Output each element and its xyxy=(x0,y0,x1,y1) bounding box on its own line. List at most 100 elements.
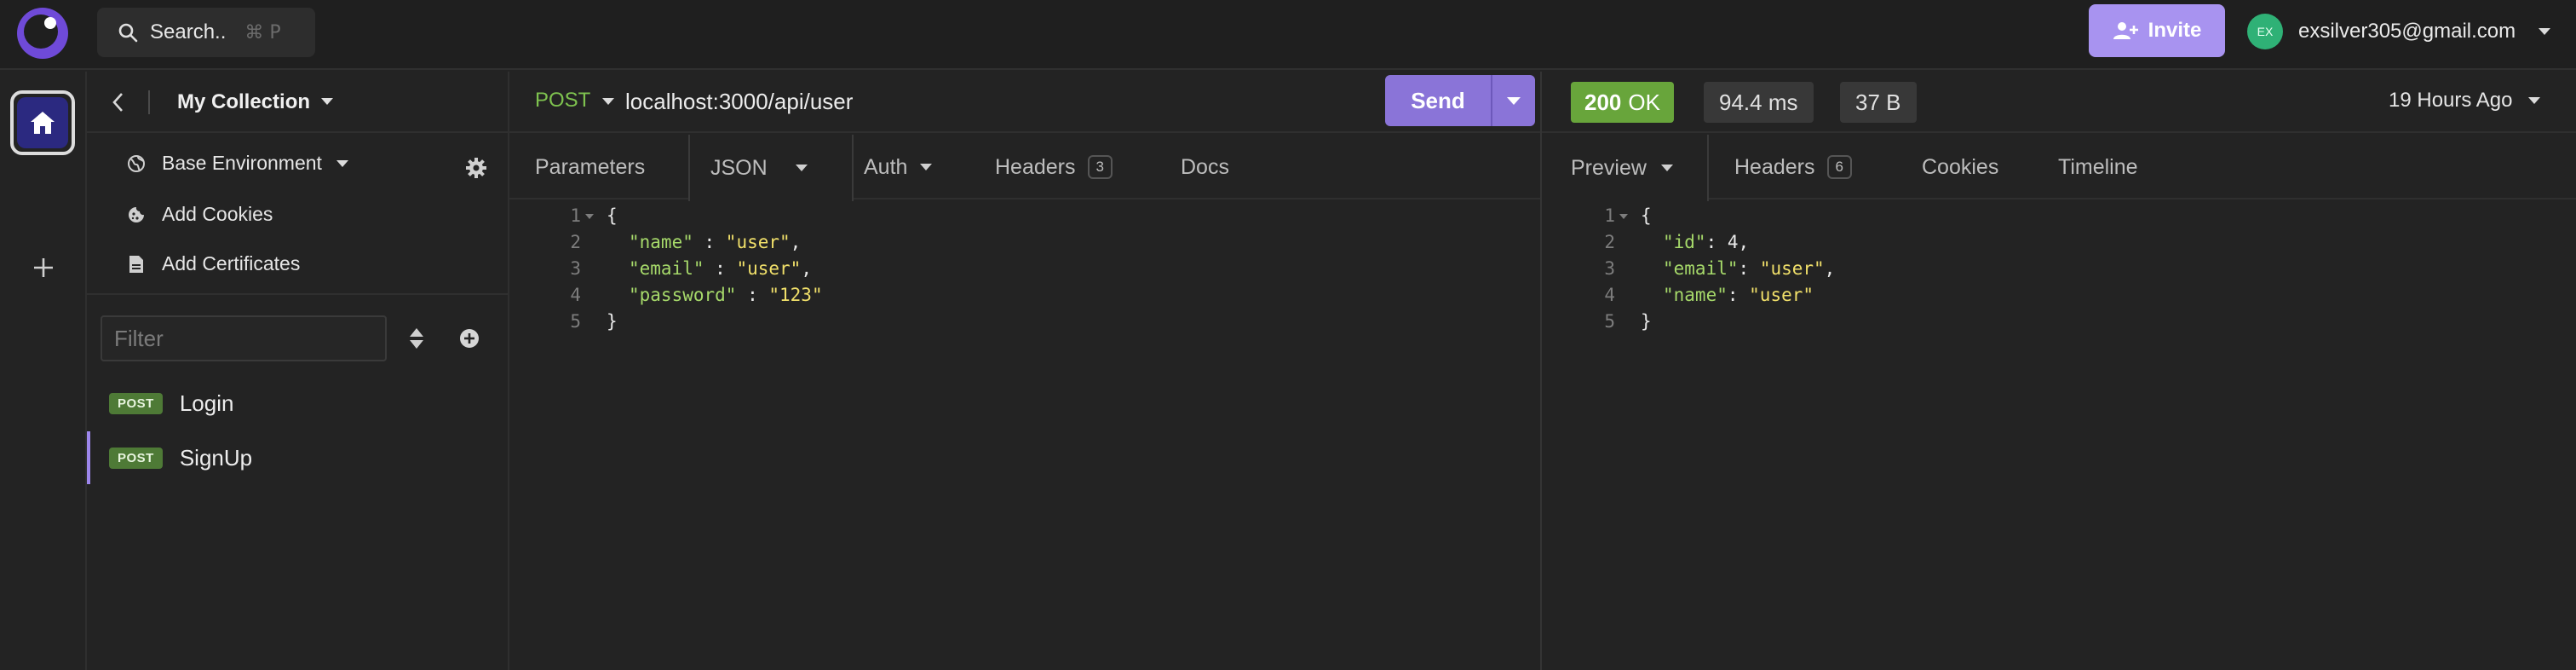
request-pane: POST localhost:3000/api/user Send Parame… xyxy=(509,72,1542,670)
avatar: EX xyxy=(2247,14,2283,49)
tab-label: Cookies xyxy=(1922,154,1999,179)
tab-json[interactable]: JSON xyxy=(688,135,854,201)
line-number: 5 xyxy=(1604,311,1615,332)
json-comma: , xyxy=(790,232,802,252)
tab-timeline[interactable]: Timeline xyxy=(2058,135,2138,199)
response-history-selector[interactable]: 19 Hours Ago xyxy=(2389,89,2541,113)
add-user-icon xyxy=(2113,22,2138,39)
request-item-signup[interactable]: POST SignUp xyxy=(87,431,508,484)
environment-selector[interactable]: Base Environment xyxy=(126,152,349,175)
gear-icon[interactable] xyxy=(465,157,487,179)
json-sep: : xyxy=(693,232,726,252)
add-cookies-item[interactable]: Add Cookies xyxy=(126,203,273,226)
header-divider xyxy=(148,90,150,114)
json-key: "email" xyxy=(629,258,704,279)
line-number: 3 xyxy=(570,258,581,279)
response-size-badge: 37 B xyxy=(1840,82,1917,123)
filter-input[interactable]: Filter xyxy=(101,315,387,361)
tab-docs[interactable]: Docs xyxy=(1181,135,1229,199)
home-button-inner xyxy=(17,97,68,148)
add-certificates-item[interactable]: Add Certificates xyxy=(126,252,300,275)
environment-label: Base Environment xyxy=(162,152,322,174)
response-time-badge: 94.4 ms xyxy=(1704,82,1814,123)
home-button[interactable] xyxy=(10,90,75,155)
search-button[interactable]: Search.. ⌘ P xyxy=(97,8,315,57)
left-rail xyxy=(0,72,87,670)
cookie-icon xyxy=(126,205,147,224)
chevron-down-icon xyxy=(920,164,933,170)
invite-label: Invite xyxy=(2148,19,2202,42)
app-logo-icon[interactable] xyxy=(17,8,68,59)
sort-icon[interactable] xyxy=(409,327,424,349)
send-button[interactable]: Send xyxy=(1385,75,1535,126)
line-number: 1 xyxy=(1604,205,1615,226)
collection-title[interactable]: My Collection xyxy=(177,90,310,114)
code-line: { xyxy=(1641,205,1652,226)
tab-headers[interactable]: Headers 3 xyxy=(995,135,1113,199)
send-options-button[interactable] xyxy=(1492,96,1535,106)
line-numbers: 1 2 3 4 5 xyxy=(509,203,581,335)
chevron-down-icon xyxy=(1507,96,1521,105)
code-line: "password" : "123" xyxy=(607,282,823,309)
chevron-down-icon[interactable] xyxy=(320,97,334,106)
code-line: { xyxy=(607,205,618,226)
tab-preview[interactable]: Preview xyxy=(1542,135,1709,201)
response-pane: 200 OK 94.4 ms 37 B 19 Hours Ago Preview… xyxy=(1542,72,2576,670)
chevron-down-icon[interactable] xyxy=(601,97,615,106)
search-label: Search.. xyxy=(150,20,227,43)
certificate-icon xyxy=(126,255,147,274)
method-badge: POST xyxy=(109,392,163,414)
search-shortcut: ⌘ P xyxy=(244,21,281,43)
back-chevron-icon[interactable] xyxy=(111,92,124,113)
line-number: 5 xyxy=(570,311,581,332)
send-label: Send xyxy=(1411,87,1465,113)
tab-label: Auth xyxy=(864,154,908,179)
chevron-down-icon xyxy=(795,165,808,171)
json-value: "user" xyxy=(725,232,791,252)
code-line: "email": "user", xyxy=(1641,256,1835,282)
response-status-bar: 200 OK 94.4 ms 37 B 19 Hours Ago xyxy=(1542,72,2576,133)
request-item-login[interactable]: POST Login xyxy=(87,377,508,430)
chevron-down-icon xyxy=(1660,165,1673,171)
tab-label: JSON xyxy=(710,155,768,180)
code-line: "email" : "user", xyxy=(607,256,823,282)
json-comma: , xyxy=(801,258,812,279)
url-input[interactable]: localhost:3000/api/user xyxy=(625,89,853,115)
code-line: "name" : "user", xyxy=(607,229,823,256)
line-number: 1 xyxy=(570,205,581,226)
fold-arrow-icon[interactable] xyxy=(584,213,595,220)
tab-parameters[interactable]: Parameters xyxy=(535,135,645,199)
fold-arrow-icon[interactable] xyxy=(1619,213,1629,220)
method-badge: POST xyxy=(109,447,163,469)
response-body-viewer[interactable]: 1 2 3 4 5 { "id": 4, "email": "user", "n… xyxy=(1542,203,2576,663)
json-value: 4 xyxy=(1727,232,1739,252)
line-numbers: 1 2 3 4 5 xyxy=(1542,203,1615,335)
response-tabs: Preview Headers 6 Cookies Timeline xyxy=(1542,135,2576,201)
tab-auth[interactable]: Auth xyxy=(864,135,933,199)
tab-response-headers[interactable]: Headers 6 xyxy=(1734,135,1852,199)
json-sep: : xyxy=(736,285,769,305)
request-tabs: Parameters JSON Auth Headers 3 Docs xyxy=(509,135,1540,201)
json-sep: : xyxy=(704,258,737,279)
sidebar-header: My Collection xyxy=(87,72,508,133)
tab-cookies[interactable]: Cookies xyxy=(1922,135,1998,199)
user-email: exsilver305@gmail.com xyxy=(2298,20,2516,43)
code-line: "id": 4, xyxy=(1641,229,1835,256)
method-selector[interactable]: POST xyxy=(535,89,590,113)
add-circle-icon[interactable] xyxy=(458,327,480,349)
code-line: } xyxy=(607,311,618,332)
top-bar: Search.. ⌘ P Invite EX exsilver305@gmail… xyxy=(0,0,2576,70)
request-name: Login xyxy=(179,390,234,416)
add-project-icon[interactable] xyxy=(26,251,60,285)
chevron-down-icon xyxy=(2539,28,2551,35)
user-menu[interactable]: EX exsilver305@gmail.com xyxy=(2247,14,2551,49)
json-comma: , xyxy=(1824,258,1836,279)
globe-icon xyxy=(126,154,147,173)
line-number: 3 xyxy=(1604,258,1615,279)
request-body-editor[interactable]: 1 2 3 4 5 { "name" : "user", "email" : "… xyxy=(509,203,1540,663)
invite-button[interactable]: Invite xyxy=(2089,4,2225,57)
chevron-down-icon xyxy=(336,159,348,167)
add-cookies-label: Add Cookies xyxy=(162,203,273,225)
json-sep: : xyxy=(1705,232,1728,252)
json-value: "user" xyxy=(736,258,802,279)
